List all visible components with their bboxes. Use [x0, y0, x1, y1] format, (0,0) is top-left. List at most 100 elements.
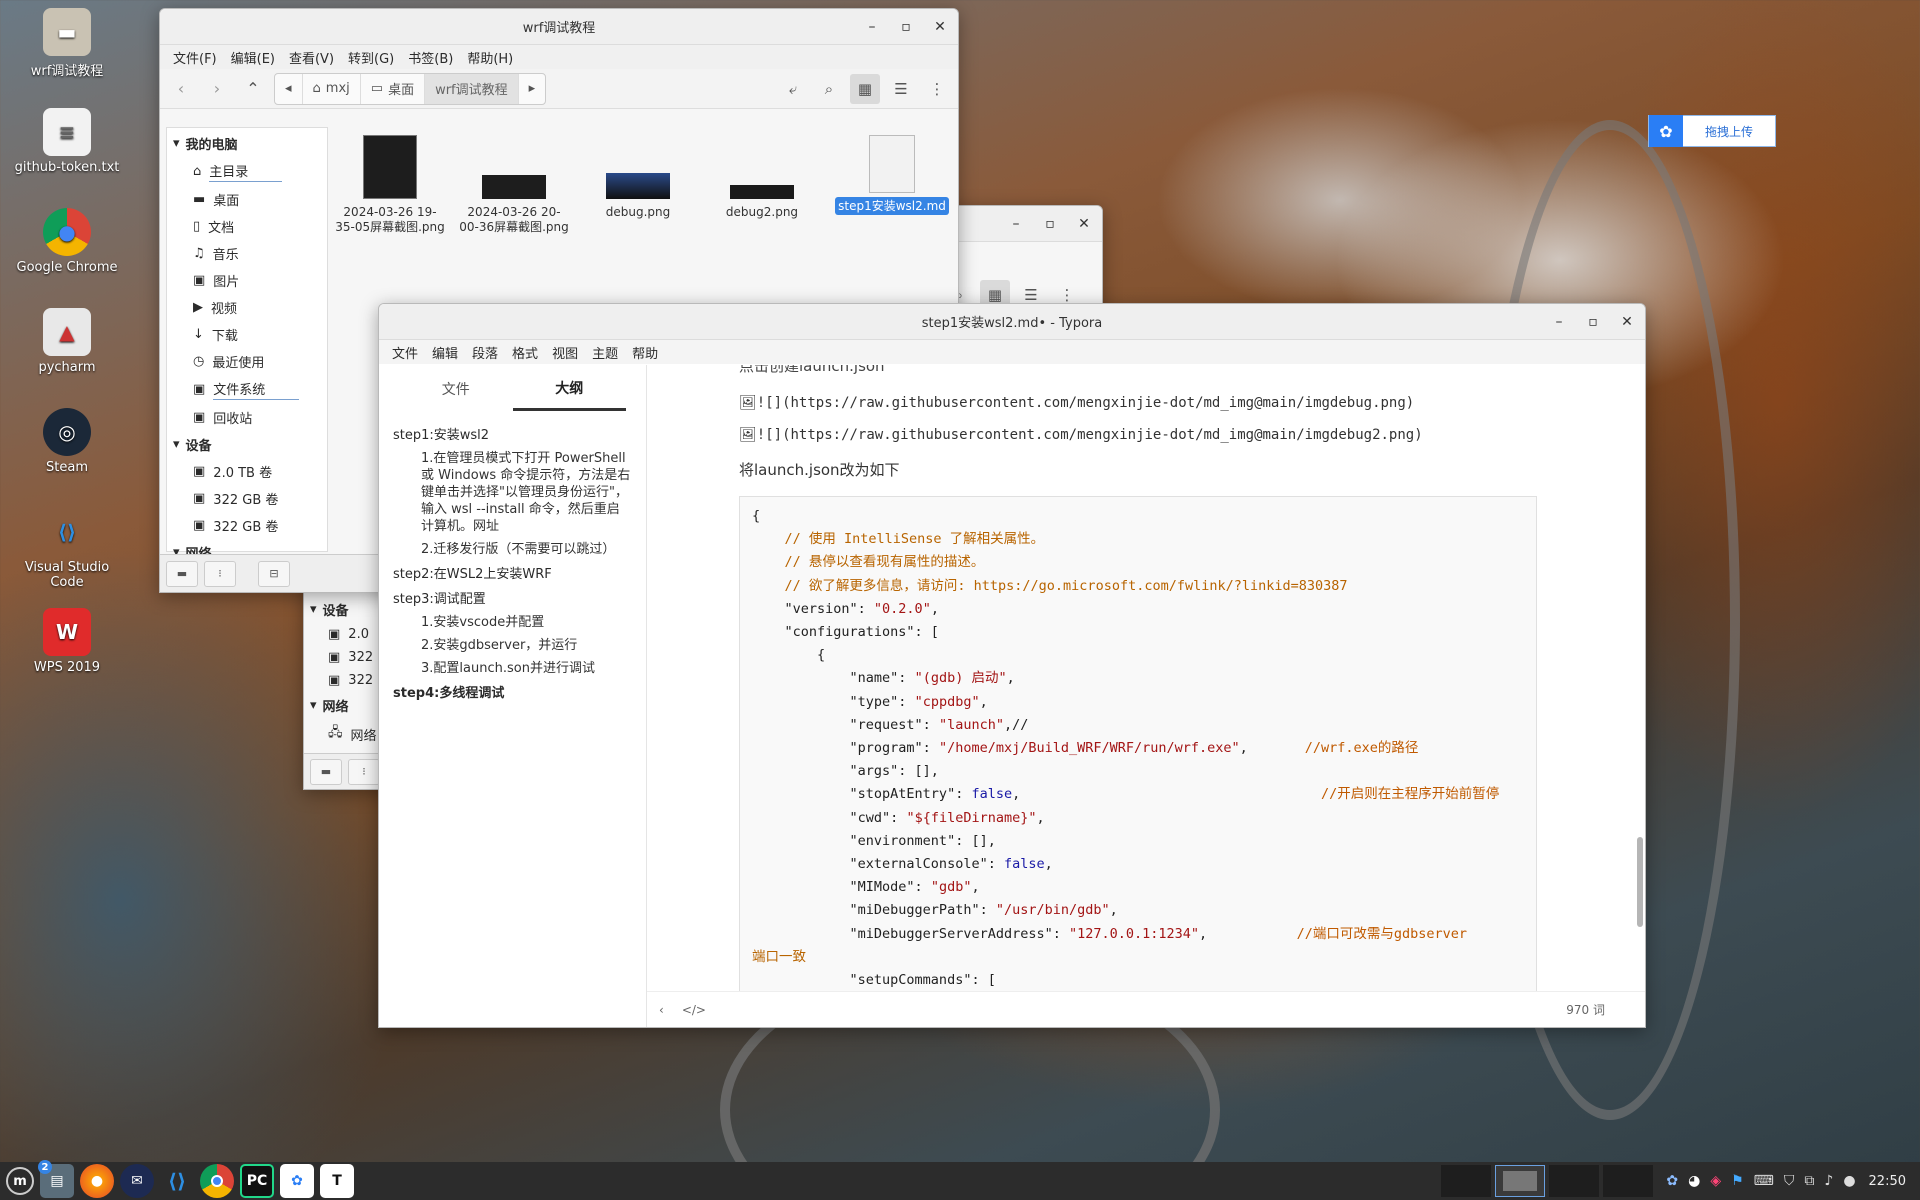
- menu-item[interactable]: 段落: [465, 343, 505, 362]
- thunderbird-icon[interactable]: ✉: [120, 1164, 154, 1198]
- forward-arrow-icon[interactable]: ›: [202, 74, 232, 104]
- workspace-4[interactable]: [1603, 1165, 1654, 1197]
- workspace-1[interactable]: [1441, 1165, 1492, 1197]
- sidebar-item[interactable]: ▣ 图片: [167, 267, 327, 294]
- minimize-button[interactable]: –: [862, 19, 882, 35]
- menu-item[interactable]: 主题: [585, 343, 625, 362]
- outline-item[interactable]: step1:安装wsl2: [393, 427, 632, 444]
- back-device-3[interactable]: ▣ 322: [304, 669, 384, 692]
- file-item[interactable]: 2024-03-26 19-35-05屏幕截图.png: [335, 135, 445, 235]
- outline-item[interactable]: step3:调试配置: [393, 591, 632, 608]
- back-arrow-icon[interactable]: ‹: [166, 74, 196, 104]
- upload-widget[interactable]: ✿ 拖拽上传: [1648, 115, 1776, 147]
- menu-icon[interactable]: m: [6, 1167, 34, 1195]
- menu-item[interactable]: 查看(V): [282, 48, 341, 67]
- close-button[interactable]: ✕: [930, 19, 950, 35]
- workspace-3[interactable]: [1549, 1165, 1600, 1197]
- toggle-location-icon[interactable]: ⤶: [778, 74, 808, 104]
- folder-toggle-button[interactable]: ▬: [310, 758, 342, 785]
- baidu-netdisk-icon[interactable]: ✿: [280, 1164, 314, 1198]
- tab-files[interactable]: 文件: [399, 369, 513, 409]
- typora-icon[interactable]: T: [320, 1164, 354, 1198]
- pycharm-icon[interactable]: PC: [240, 1164, 274, 1198]
- desktop-icon-steam[interactable]: ◎ Steam: [12, 408, 122, 475]
- sidebar-close-button[interactable]: ⊟: [258, 560, 290, 587]
- tray-netdisk-icon[interactable]: ✿: [1666, 1173, 1678, 1189]
- tree-toggle-button[interactable]: ⁝: [204, 560, 236, 587]
- file-item[interactable]: debug.png: [583, 135, 693, 220]
- sidebar-item[interactable]: ▶ 视频: [167, 294, 327, 321]
- word-count[interactable]: 970 词: [1566, 1001, 1605, 1018]
- outline-item[interactable]: 1.安装vscode并配置: [421, 614, 632, 631]
- outline-item[interactable]: 3.配置launch.son并进行调试: [421, 660, 632, 677]
- close-button[interactable]: ✕: [1074, 216, 1094, 232]
- breadcrumb-home[interactable]: ⌂ mxj: [303, 73, 361, 104]
- sidebar-item[interactable]: ◷ 最近使用: [167, 348, 327, 375]
- desktop-icon-pycharm[interactable]: ▲ pycharm: [12, 308, 122, 375]
- maximize-button[interactable]: ▫: [896, 19, 916, 35]
- menu-item[interactable]: 格式: [505, 343, 545, 362]
- chrome-icon[interactable]: [200, 1164, 234, 1198]
- sidebar-heading-devices[interactable]: ▾ 设备: [167, 431, 327, 458]
- toggle-sidebar-icon[interactable]: ‹: [659, 1003, 664, 1017]
- vscode-icon[interactable]: ⟨⟩: [160, 1164, 194, 1198]
- desktop-icon-chrome[interactable]: ● Google Chrome: [12, 208, 122, 275]
- minimize-button[interactable]: –: [1006, 216, 1026, 232]
- file-item[interactable]: 2024-03-26 20-00-36屏幕截图.png: [459, 135, 569, 235]
- sidebar-item[interactable]: ▣ 回收站: [167, 404, 327, 431]
- menu-item[interactable]: 书签(B): [401, 48, 460, 67]
- outline-item[interactable]: 2.迁移发行版（不需要可以跳过）: [421, 541, 632, 558]
- code-block[interactable]: { // 使用 IntelliSense 了解相关属性。 // 悬停以查看现有属…: [739, 496, 1537, 991]
- maximize-button[interactable]: ▫: [1040, 216, 1060, 232]
- sidebar-device[interactable]: ▣ 322 GB 卷: [167, 485, 327, 512]
- outline-item[interactable]: 2.安装gdbserver，并运行: [421, 637, 632, 654]
- menu-item[interactable]: 编辑: [425, 343, 465, 362]
- breadcrumb-right-arrow-icon[interactable]: ▸: [519, 74, 546, 104]
- clock[interactable]: 22:50: [1869, 1174, 1906, 1189]
- image-markdown-2[interactable]: 🖼![](https://raw.githubusercontent.com/m…: [739, 427, 1539, 443]
- menu-item[interactable]: 帮助(H): [460, 48, 520, 67]
- source-code-icon[interactable]: </>: [682, 1003, 706, 1017]
- desktop-icon-wps[interactable]: W WPS 2019: [12, 608, 122, 675]
- desktop-icon-wrf-folder[interactable]: ▬ wrf调试教程: [12, 8, 122, 79]
- desktop-icon-vscode[interactable]: ⟨⟩ Visual Studio Code: [12, 508, 122, 590]
- scrollbar[interactable]: [1637, 837, 1643, 927]
- folder-toggle-button[interactable]: ▬: [166, 560, 198, 587]
- outline-item[interactable]: step4:多线程调试: [393, 685, 632, 702]
- tray-qq-icon[interactable]: ◕: [1688, 1173, 1700, 1189]
- image-markdown-1[interactable]: 🖼![](https://raw.githubusercontent.com/m…: [739, 395, 1539, 411]
- tray-keyboard-icon[interactable]: ⌨: [1754, 1173, 1774, 1189]
- sidebar-heading-computer[interactable]: ▾ 我的电脑: [167, 130, 327, 157]
- breadcrumb-current[interactable]: wrf调试教程: [425, 73, 519, 104]
- breadcrumb-desktop[interactable]: ▭ 桌面: [361, 73, 426, 104]
- menu-item[interactable]: 文件: [385, 343, 425, 362]
- sidebar-device[interactable]: ▣ 322 GB 卷: [167, 512, 327, 539]
- editor[interactable]: 点击创建launch.json 🖼![](https://raw.githubu…: [647, 365, 1645, 991]
- tray-volume-icon[interactable]: ♪: [1824, 1173, 1833, 1189]
- tray-shield-icon[interactable]: ⛉: [1784, 1173, 1795, 1189]
- outline-item[interactable]: 1.在管理员模式下打开 PowerShell 或 Windows 命令提示符，方…: [421, 450, 632, 535]
- icon-view-icon[interactable]: ▦: [850, 73, 880, 104]
- sidebar-item[interactable]: ▯ 文档: [167, 213, 327, 240]
- sidebar-item[interactable]: ▣ 文件系统: [167, 375, 327, 404]
- back-device-2[interactable]: ▣ 322: [304, 646, 384, 669]
- outline-item[interactable]: step2:在WSL2上安装WRF: [393, 566, 632, 583]
- file-item-selected[interactable]: step1安装wsl2.md: [831, 135, 953, 215]
- sidebar-item[interactable]: ▬ 桌面: [167, 186, 327, 213]
- up-arrow-icon[interactable]: ⌃: [238, 74, 268, 104]
- menu-item[interactable]: 编辑(E): [224, 48, 282, 67]
- sidebar-item[interactable]: ↓ 下载: [167, 321, 327, 348]
- menu-item[interactable]: 转到(G): [341, 48, 401, 67]
- maximize-button[interactable]: ▫: [1583, 314, 1603, 330]
- minimize-button[interactable]: –: [1549, 314, 1569, 330]
- tray-game-icon[interactable]: ◈: [1710, 1173, 1721, 1189]
- desktop-icon-github-token[interactable]: ≡ github-token.txt: [12, 108, 122, 175]
- menu-item[interactable]: 帮助: [625, 343, 665, 362]
- sidebar-device[interactable]: ▣ 2.0 TB 卷: [167, 458, 327, 485]
- back-device-1[interactable]: ▣ 2.0: [304, 623, 384, 646]
- sidebar-item[interactable]: ⌂ 主目录: [167, 157, 327, 186]
- breadcrumb-left-arrow-icon[interactable]: ◂: [275, 73, 303, 104]
- firefox-icon[interactable]: ●: [80, 1164, 114, 1198]
- tray-network-icon[interactable]: ⧉: [1804, 1173, 1814, 1189]
- tab-outline[interactable]: 大纲: [512, 368, 626, 411]
